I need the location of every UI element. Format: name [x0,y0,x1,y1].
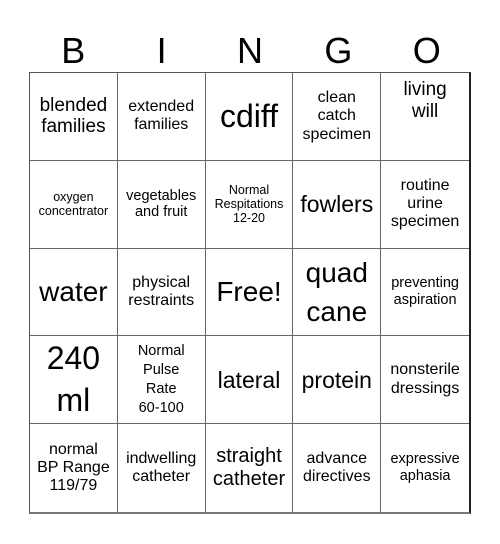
bingo-cell[interactable]: blended families [30,73,118,161]
bingo-cell[interactable]: expressive aphasia [381,424,469,512]
cell-text: protein [301,366,372,393]
header-letter-g: G [324,30,353,71]
bingo-cell[interactable]: 240 ml [30,336,118,425]
bingo-grid: blended families extended families cdiff… [29,72,471,514]
cell-text: 240 ml [46,340,101,418]
header-letter-i: I [156,30,167,71]
cell-text: fowlers [300,190,374,217]
bingo-cell[interactable]: Normal Pulse Rate 60-100 [117,336,206,425]
cell-text: clean catch specimen [302,88,372,143]
free-space-cell[interactable]: Free! [205,248,294,337]
bingo-cell[interactable]: advance directives [293,424,382,512]
header-letter-n: N [236,30,263,71]
cell-text: quad cane [305,256,368,327]
cell-text: Normal Respitations 12-20 [214,182,284,226]
bingo-cell[interactable]: indwelling catheter [118,424,206,512]
cell-text: expressive aphasia [390,451,460,485]
cell-text: oxygen concentrator [38,189,109,219]
bingo-cell[interactable]: preventing aspiration [381,249,469,337]
cell-text: nonsterile dressings [390,361,460,397]
cell-text: routine urine specimen [390,176,460,231]
bingo-cell[interactable]: normal BP Range 119/79 [30,424,118,512]
bingo-cell[interactable]: cdiff [205,73,294,161]
cell-text: preventing aspiration [391,275,459,308]
bingo-cell[interactable]: lateral [205,336,294,425]
bingo-cell[interactable]: Normal Respitations 12-20 [205,160,294,249]
header-letter-o: O [412,30,441,71]
cell-text: extended families [128,98,195,134]
cell-text: Free! [216,276,282,308]
cell-text: lateral [217,366,281,393]
header-letter-b: B [61,30,86,71]
bingo-cell[interactable]: water [30,248,118,337]
bingo-cell[interactable]: vegetables and fruit [117,160,206,249]
bingo-cell[interactable]: protein [293,336,382,425]
cell-text: water [39,276,108,308]
cell-text: straight catheter [212,445,286,491]
bingo-cell[interactable]: fowlers [293,160,382,249]
bingo-cell[interactable]: quad cane [293,248,382,337]
cell-text: blended families [39,94,108,138]
cell-text: cdiff [219,98,279,134]
bingo-cell[interactable]: clean catch specimen [293,73,382,161]
bingo-cell[interactable]: routine urine specimen [381,161,469,249]
bingo-cell[interactable]: extended families [117,73,206,161]
bingo-cell[interactable]: straight catheter [206,424,294,512]
bingo-cell[interactable]: living will [381,73,469,161]
cell-text: living will [403,79,447,122]
cell-text: indwelling catheter [126,449,197,486]
cell-text: vegetables and fruit [126,187,197,221]
cell-text: normal BP Range 119/79 [37,440,110,495]
bingo-cell[interactable]: nonsterile dressings [381,336,469,425]
cell-text: Normal Pulse Rate 60-100 [137,343,185,416]
bingo-cell[interactable]: oxygen concentrator [30,160,118,249]
cell-text: physical restraints [128,273,195,309]
cell-text: advance directives [303,449,371,486]
bingo-header: B I N G O [29,28,471,74]
bingo-cell[interactable]: physical restraints [117,248,206,337]
